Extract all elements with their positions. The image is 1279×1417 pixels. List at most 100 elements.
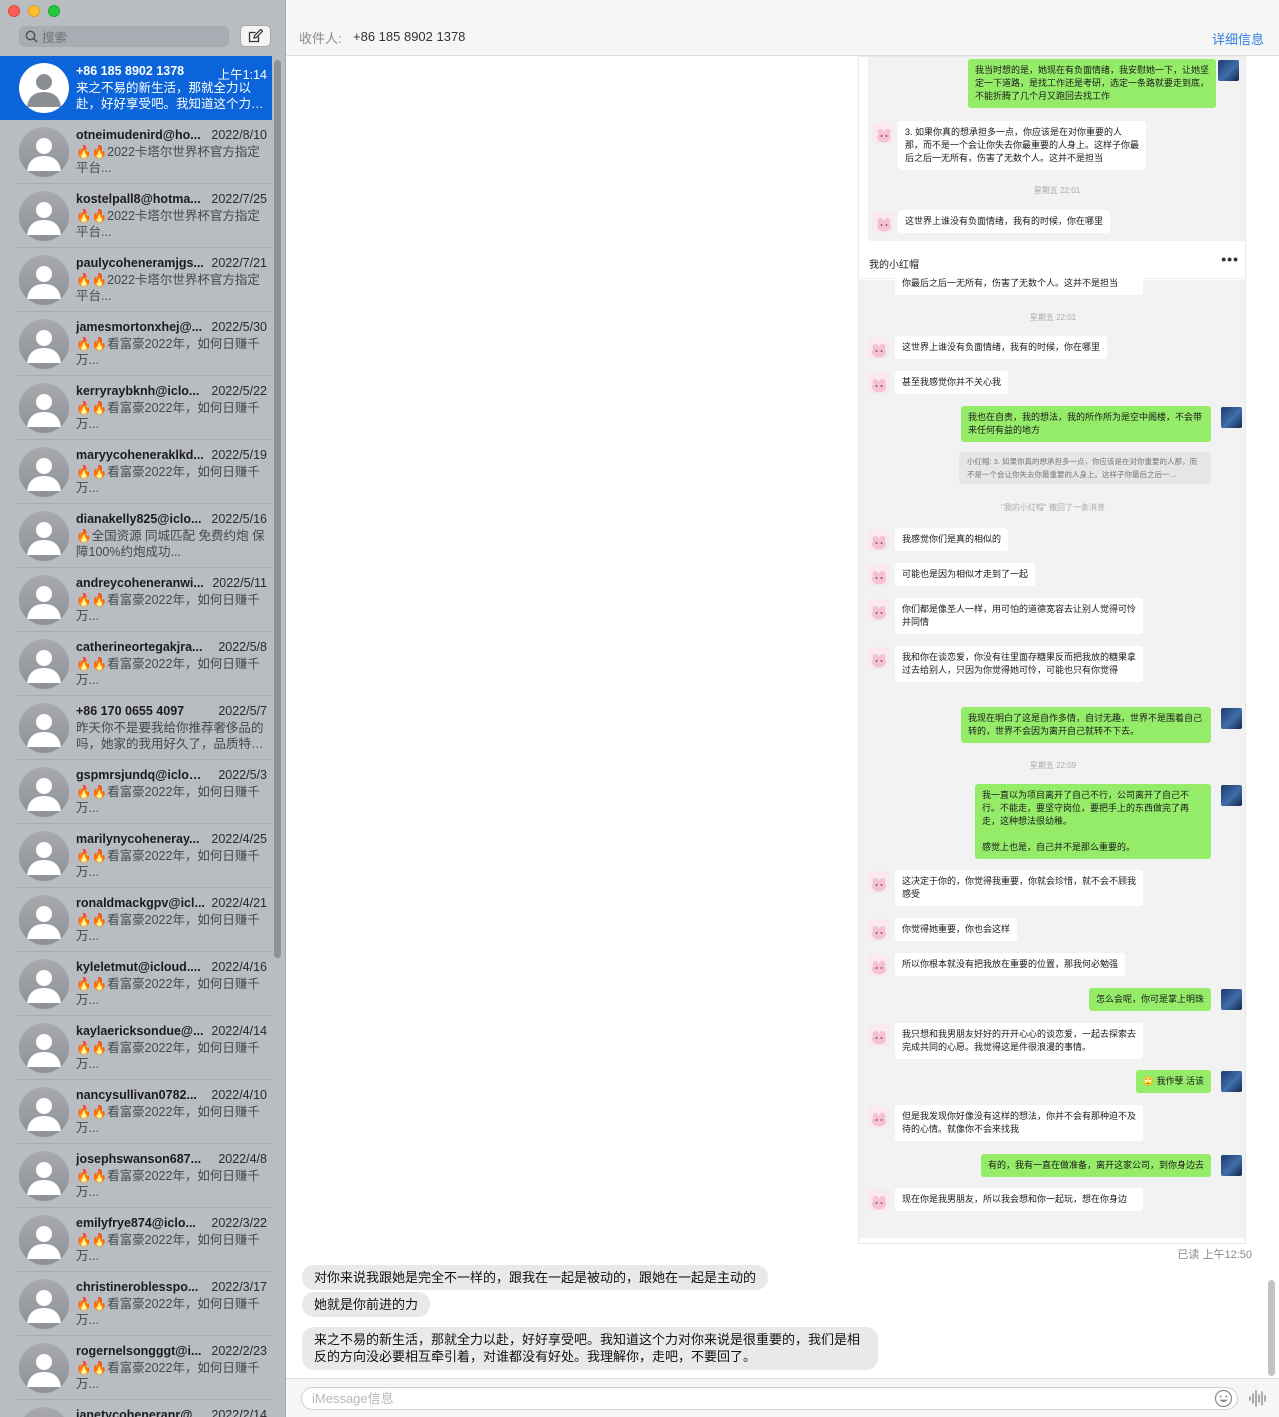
screenshot-contact-avatar <box>867 372 889 394</box>
person-icon <box>19 1279 69 1329</box>
sidebar-scrollbar[interactable] <box>274 60 281 958</box>
conversation-name: emilyfrye874@iclo... <box>76 1216 196 1230</box>
conversation-item[interactable]: kerryraybknh@iclo... 2022/5/22 🔥🔥看富豪2022年，… <box>0 376 272 440</box>
details-button[interactable]: 详细信息 <box>1212 29 1264 48</box>
conversation-time: 2022/4/14 <box>211 1024 267 1038</box>
conversation-item[interactable]: kaylaericksondue@... 2022/4/14 🔥🔥看富豪2022年，… <box>0 1016 272 1080</box>
avatar <box>19 63 69 113</box>
conversation-name: nancysullivan0782... <box>76 1088 197 1102</box>
message-input[interactable] <box>301 1387 1238 1410</box>
close-window-button[interactable] <box>8 5 20 17</box>
screenshot-bubble-outgoing: 🙄 我作孽 活该 <box>1135 1070 1211 1093</box>
conversation-time: 2022/7/21 <box>211 256 267 270</box>
avatar <box>19 1215 69 1265</box>
conversation-item[interactable]: josephswanson687... 2022/4/8 🔥🔥看富豪2022年，如何… <box>0 1144 272 1208</box>
conversation-preview: 🔥🔥2022卡塔尔世界杯官方指定平台... <box>76 273 260 303</box>
titlebar: 搜索 <box>0 0 285 56</box>
conversation-item[interactable]: emilyfrye874@iclo... 2022/3/22 🔥🔥看富豪2022年，… <box>0 1208 272 1272</box>
conversation-item[interactable]: +86 170 0655 4097 2022/5/7 昨天你不是要我给你推荐奢侈品的… <box>0 696 272 760</box>
screenshot-quoted-message: 小红帽: 3. 如果你真的想承担多一点，你应该是在对你重要的人那，而不是一个会让… <box>959 452 1211 484</box>
avatar <box>19 703 69 753</box>
screenshot-contact-avatar <box>867 1024 889 1046</box>
conversation-item[interactable]: rogernelsongggt@i... 2022/2/23 🔥🔥看富豪2022年，… <box>0 1336 272 1400</box>
conversation-preview: 🔥🔥看富豪2022年，如何日赚千万... <box>76 785 260 815</box>
conversation-item[interactable]: marilynycoheneray... 2022/4/25 🔥🔥看富豪2022年，… <box>0 824 272 888</box>
conversation-name: kostelpall8@hotma... <box>76 192 201 206</box>
person-icon <box>19 1151 69 1201</box>
image-attachment[interactable]: 我当时想的是，她现在有负面情绪，我安慰她一下，让她坚定一下道路，是找工作还是考研… <box>858 56 1246 1244</box>
screenshot-contact-avatar <box>867 1106 889 1128</box>
conversation-name: paulycoheneramjgs... <box>76 256 204 270</box>
thread-scrollbar[interactable] <box>1268 1280 1275 1376</box>
screenshot-bubble-incoming: 这决定于你的，你觉得我重要，你就会珍惜，就不会不顾我感受 <box>895 870 1143 906</box>
conversation-time: 2022/5/22 <box>211 384 267 398</box>
screenshot-contact-avatar <box>872 122 894 144</box>
conversation-item[interactable]: dianakelly825@iclo... 2022/5/16 🔥全国资源 同城匹配… <box>0 504 272 568</box>
conversation-item[interactable]: paulycoheneramjgs... 2022/7/21 🔥🔥2022卡塔尔世界… <box>0 248 272 312</box>
conversation-header: 收件人: +86 185 8902 1378 详细信息 <box>286 0 1279 56</box>
screenshot-user-avatar <box>1221 1071 1242 1092</box>
conversation-item[interactable]: kyleletmut@icloud.... 2022/4/16 🔥🔥看富豪2022年… <box>0 952 272 1016</box>
conversation-item[interactable]: nancysullivan0782... 2022/4/10 🔥🔥看富豪2022年，… <box>0 1080 272 1144</box>
conversation-item[interactable]: maryycoheneraklkd... 2022/5/19 🔥🔥看富豪2022年，… <box>0 440 272 504</box>
person-icon <box>19 383 69 433</box>
conversation-name: marilynycoheneray... <box>76 832 200 846</box>
conversation-item[interactable]: jamesmortonxhej@... 2022/5/30 🔥🔥看富豪2022年，如… <box>0 312 272 376</box>
screenshot-chat-body: 你最后之后一无所有，伤害了无数个人。这并不是担当 星期五 22:01 这世界上谁没有… <box>859 272 1245 1238</box>
conversation-name: andreycoheneranwi... <box>76 576 204 590</box>
zoom-window-button[interactable] <box>48 5 60 17</box>
conversation-preview: 🔥全国资源 同城匹配 免费约炮 保障100%约炮成功... <box>76 529 265 559</box>
conversation-preview: 🔥🔥看富豪2022年，如何日赚千万... <box>76 1361 260 1391</box>
screenshot-bubble-incoming: 我只想和我男朋友好好的开开心心的谈恋爱，一起去探索去完成共同的心愿。我觉得这是件… <box>895 1023 1143 1059</box>
message-bubble-received[interactable]: 她就是你前进的力 <box>302 1292 431 1317</box>
conversation-name: ronaldmackgpv@icl... <box>76 896 205 910</box>
conversation-item[interactable]: gspmrsjundq@iclou... 2022/5/3 🔥🔥看富豪2022年，如… <box>0 760 272 824</box>
conversation-time: 2022/7/25 <box>211 192 267 206</box>
screenshot-timestamp: 星期五 22:09 <box>1029 761 1077 770</box>
conversation-item[interactable]: christineroblesspo... 2022/3/17 🔥🔥看富豪2022年… <box>0 1272 272 1336</box>
person-icon <box>19 959 69 1009</box>
emoji-icon[interactable] <box>1214 1389 1233 1408</box>
conversation-item[interactable]: catherineortegakjra... 2022/5/8 🔥🔥看富豪2022年… <box>0 632 272 696</box>
conversation-item[interactable]: kostelpall8@hotma... 2022/7/25 🔥🔥2022卡塔尔世界… <box>0 184 272 248</box>
screenshot-bubble-incoming: 我和你在谈恋爱，你没有往里面存糖果反而把我放的糖果拿过去给别人，只因为你觉得她可… <box>895 646 1143 682</box>
message-bubble-received[interactable]: 对你来说我跟她是完全不一样的，跟我在一起是被动的，跟她在一起是主动的 <box>302 1265 769 1290</box>
screenshot-chat-title: 我的小红帽 <box>869 260 919 271</box>
conversation-time: 2022/5/30 <box>211 320 267 334</box>
screenshot-contact-avatar <box>867 1189 889 1211</box>
person-icon <box>19 1407 69 1417</box>
person-icon <box>19 63 69 113</box>
conversation-name: +86 170 0655 4097 <box>76 704 185 718</box>
screenshot-contact-avatar <box>867 954 889 976</box>
conversation-pane: 收件人: +86 185 8902 1378 详细信息 我当时想的是，她现在有负… <box>286 0 1279 1417</box>
recipient-field[interactable]: +86 185 8902 1378 <box>353 29 465 44</box>
person-icon <box>19 895 69 945</box>
conversation-item[interactable]: otneimudenird@ho... 2022/8/10 🔥🔥2022卡塔尔世界杯… <box>0 120 272 184</box>
conversation-item[interactable]: janetycoheneranr@... 2022/2/14 <box>0 1400 272 1417</box>
conversation-item[interactable]: andreycoheneranwi... 2022/5/11 🔥🔥看富豪2022年，… <box>0 568 272 632</box>
person-icon <box>19 127 69 177</box>
person-icon <box>19 1087 69 1137</box>
conversation-time: 2022/3/17 <box>211 1280 267 1294</box>
recipient-label: 收件人: <box>299 31 342 46</box>
conversation-list: +86 185 8902 1378 上午1:14 来之不易的新生活，那就全力以赴，好… <box>0 56 272 1417</box>
conversation-item[interactable]: ronaldmackgpv@icl... 2022/4/21 🔥🔥看富豪2022年，… <box>0 888 272 952</box>
search-placeholder: 搜索 <box>42 31 68 45</box>
screenshot-contact-avatar <box>867 599 889 621</box>
conversation-time: 2022/4/25 <box>211 832 267 846</box>
search-icon <box>25 30 38 43</box>
minimize-window-button[interactable] <box>28 5 40 17</box>
screenshot-user-avatar <box>1221 785 1242 806</box>
screenshot-timestamp: "我的小红帽" 撤回了一条消息 <box>1001 503 1105 512</box>
avatar <box>19 831 69 881</box>
audio-wave-icon[interactable] <box>1248 1389 1268 1408</box>
compose-button[interactable] <box>240 25 271 47</box>
conversation-name: kyleletmut@icloud.... <box>76 960 201 974</box>
composer-bar <box>286 1378 1279 1417</box>
conversation-item[interactable]: +86 185 8902 1378 上午1:14 来之不易的新生活，那就全力以赴，好… <box>0 56 272 120</box>
message-bubble-received[interactable]: 来之不易的新生活，那就全力以赴，好好享受吧。我知道这个力对你来说是很重要的，我们… <box>302 1327 878 1370</box>
search-field[interactable]: 搜索 <box>19 26 229 47</box>
person-icon <box>19 831 69 881</box>
conversation-preview: 🔥🔥看富豪2022年，如何日赚千万... <box>76 1233 260 1263</box>
avatar <box>19 767 69 817</box>
